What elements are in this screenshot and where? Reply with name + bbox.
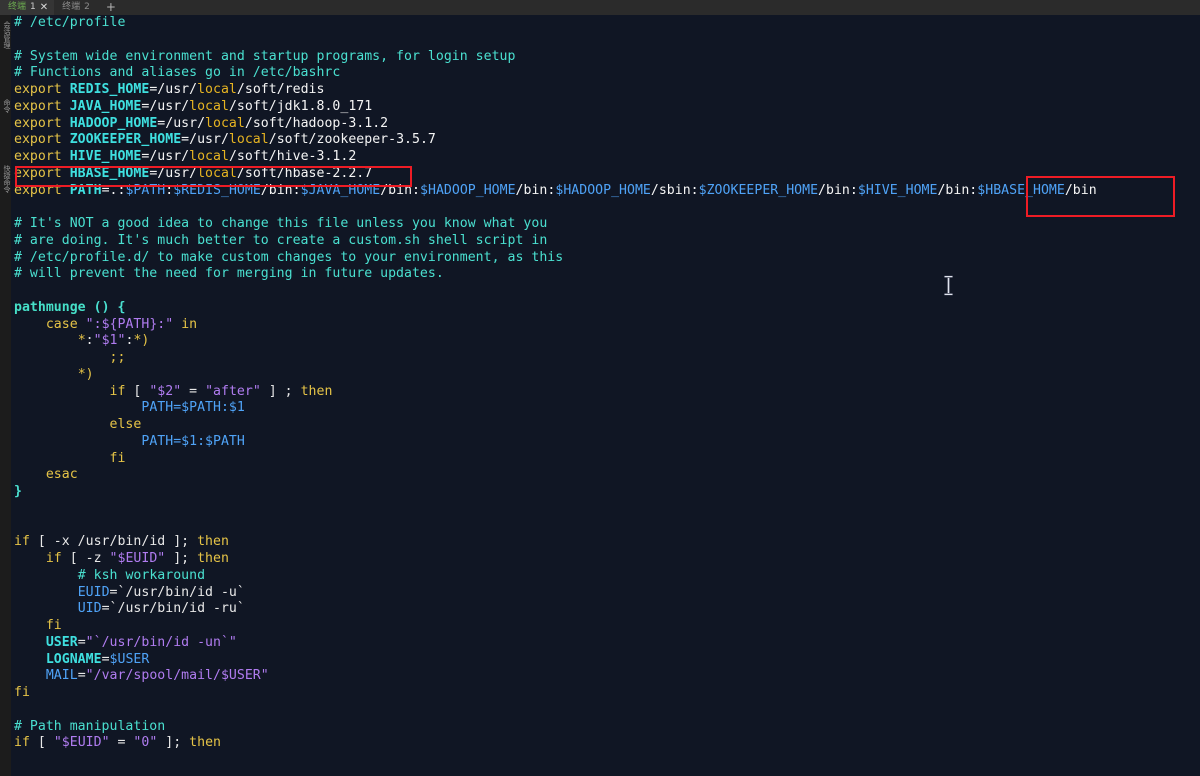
terminal-line: else <box>109 417 142 432</box>
terminal-line: # System wide environment and startup pr… <box>14 48 516 64</box>
terminal-line: EUID=`/usr/bin/id -u` <box>77 584 245 600</box>
terminal-text-content: # /etc/profile # System wide environment… <box>14 15 1097 752</box>
terminal-line: # /etc/profile.d/ to make custom changes… <box>14 249 564 265</box>
terminal-line: fi <box>109 450 126 466</box>
terminal-line: # are doing. It's much better to create … <box>14 232 548 248</box>
terminal-line: export HBASE_HOME=/usr/local/soft/hbase-… <box>14 165 373 181</box>
terminal-line: *) <box>77 366 94 382</box>
terminal-line: esac <box>45 467 78 483</box>
terminal-line: # Functions and aliases go in /etc/bashr… <box>14 65 341 81</box>
tab-terminal-2[interactable]: 终端 2 <box>54 0 96 15</box>
tab-terminal-2-label: 终端 <box>62 2 81 12</box>
left-sidebar-rail: 会话管理 命令 快捷命令 <box>0 15 11 776</box>
terminal-line: fi <box>14 685 30 700</box>
close-icon[interactable]: ✕ <box>40 0 48 15</box>
terminal-line: export JAVA_HOME=/usr/local/soft/jdk1.8.… <box>14 98 373 114</box>
terminal-line: export HIVE_HOME=/usr/local/soft/hive-3.… <box>14 149 357 164</box>
terminal-line: export PATH=.:$PATH:$REDIS_HOME/bin:$JAV… <box>14 182 1097 198</box>
terminal-line: export HADOOP_HOME=/usr/local/soft/hadoo… <box>14 115 389 131</box>
rail-label-quick-command[interactable]: 快捷命令 <box>0 165 11 193</box>
terminal-line: *:"$1":*) <box>77 333 150 349</box>
terminal-line: PATH=$PATH:$1 <box>141 400 245 416</box>
terminal-line: # /etc/profile <box>14 15 126 30</box>
terminal-tab-bar: 终端 1 ✕ 终端 2 + <box>0 0 1200 15</box>
terminal-line: export REDIS_HOME=/usr/local/soft/redis <box>14 82 325 97</box>
terminal-line: MAIL="/var/spool/mail/$USER" <box>45 668 269 684</box>
terminal-line: LOGNAME=$USER <box>45 651 150 667</box>
terminal-line: UID=`/usr/bin/id -ru` <box>77 601 245 617</box>
terminal-line: export ZOOKEEPER_HOME=/usr/local/soft/zo… <box>14 132 436 148</box>
terminal-line: fi <box>45 618 62 633</box>
tab-terminal-1-number: 1 <box>30 2 36 12</box>
terminal-output-pane[interactable]: # /etc/profile # System wide environment… <box>11 15 1200 776</box>
terminal-line: if [ "$EUID" = "0" ]; then <box>14 735 221 751</box>
terminal-line: # It's NOT a good idea to change this fi… <box>14 216 548 231</box>
rail-label-session[interactable]: 会话管理 <box>0 21 11 49</box>
terminal-line: USER="`/usr/bin/id -un`" <box>45 634 237 650</box>
rail-label-command[interactable]: 命令 <box>0 99 11 113</box>
terminal-line: ;; <box>109 350 126 365</box>
terminal-line: case ":${PATH}:" in <box>45 316 198 332</box>
terminal-line: PATH=$1:$PATH <box>141 433 245 449</box>
terminal-line: # Path manipulation <box>14 718 166 734</box>
terminal-line: if [ -z "$EUID" ]; then <box>45 551 229 566</box>
terminal-line: # will prevent the need for merging in f… <box>14 266 444 282</box>
terminal-line: pathmunge () { <box>14 299 126 315</box>
tab-terminal-1[interactable]: 终端 1 ✕ <box>0 0 55 15</box>
terminal-line: } <box>14 484 22 499</box>
tab-terminal-1-label: 终端 <box>8 2 27 12</box>
new-tab-plus-icon[interactable]: + <box>96 0 126 15</box>
terminal-line: if [ -x /usr/bin/id ]; then <box>14 534 229 550</box>
terminal-line: # ksh workaround <box>77 567 206 583</box>
terminal-line: if [ "$2" = "after" ] ; then <box>109 383 333 399</box>
tab-terminal-2-number: 2 <box>84 2 90 12</box>
